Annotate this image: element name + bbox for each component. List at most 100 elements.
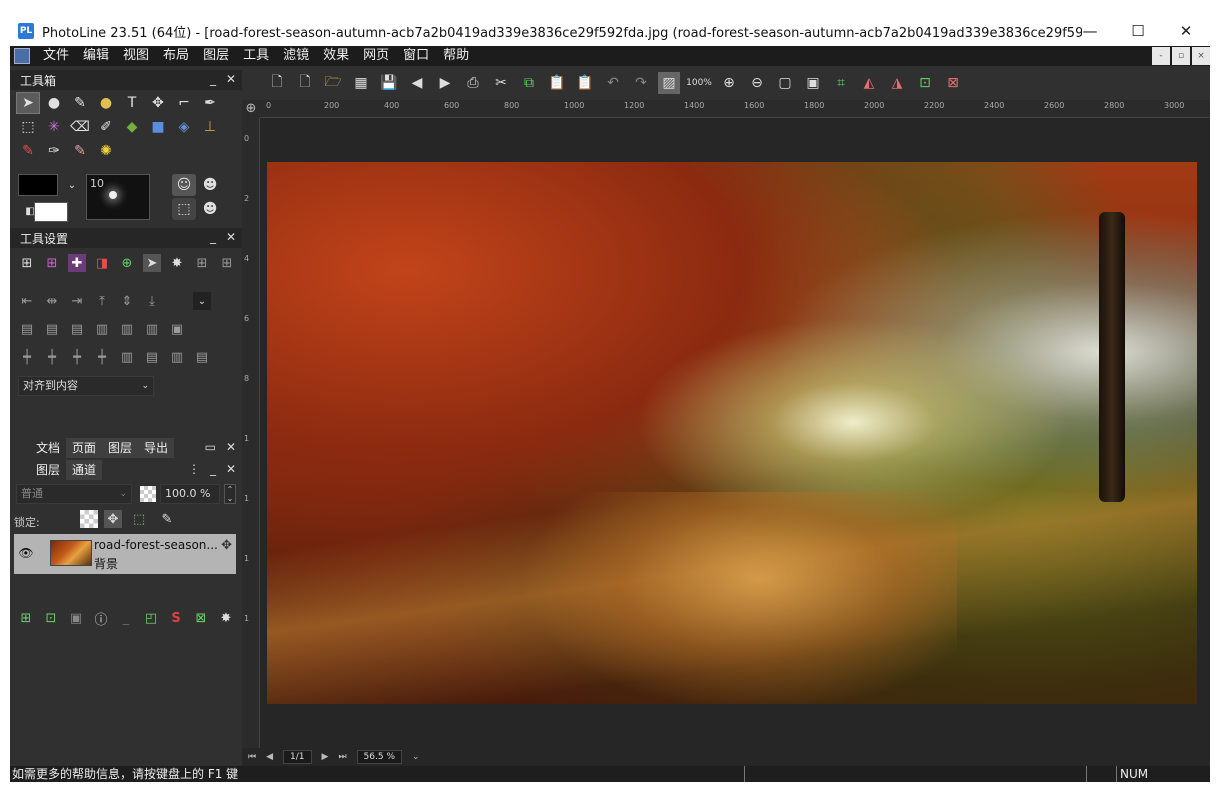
layer-mask-icon[interactable]: ▣ — [66, 608, 86, 628]
snap-object-icon[interactable]: ⊞ — [43, 254, 61, 272]
resize-icon[interactable]: ⊡ — [914, 72, 936, 94]
brush-preview[interactable]: 10 — [86, 174, 150, 220]
doc-panel-close-button[interactable]: ✕ — [226, 440, 236, 454]
zoom-100-button[interactable]: 100% — [686, 72, 712, 94]
minimize-button[interactable]: — — [1066, 16, 1114, 46]
space-3-icon[interactable]: ┿ — [68, 348, 86, 366]
rect-select-icon[interactable]: ⬚ — [16, 116, 40, 138]
fit-page-icon[interactable]: ▢ — [774, 72, 796, 94]
image-size-icon[interactable]: ⊠ — [942, 72, 964, 94]
sponge-icon[interactable]: ✺ — [94, 140, 118, 162]
space-6-icon[interactable]: ▤ — [143, 348, 161, 366]
mask-icon[interactable]: ☺ — [172, 174, 196, 196]
distribute-3-icon[interactable]: ▤ — [68, 320, 86, 338]
layers-menu-button[interactable]: ⋮ — [188, 462, 200, 476]
layer-row[interactable]: 👁 road-forest-season... 背景 ✥ — [14, 534, 236, 574]
distribute-6-icon[interactable]: ▥ — [143, 320, 161, 338]
space-2-icon[interactable]: ┿ — [43, 348, 61, 366]
layers-minimize-button[interactable]: _ — [210, 462, 216, 476]
cat-icon[interactable]: ☻ — [198, 174, 222, 196]
gradient-icon[interactable]: ■ — [146, 116, 170, 138]
zoom-out-icon[interactable]: ⊖ — [746, 72, 768, 94]
document-icon[interactable] — [14, 48, 30, 64]
menu-file[interactable]: 文件 — [36, 46, 76, 66]
opacity-stepper[interactable]: ⌃ ⌄ — [224, 484, 236, 504]
grid-disabled-icon[interactable]: ⊞ — [193, 254, 211, 272]
zoom-field[interactable]: 56.5 % — [356, 750, 402, 764]
quick-mask-icon[interactable]: ⬚ — [172, 198, 196, 220]
settings-gear-icon[interactable]: ✸ — [216, 608, 236, 628]
redo-icon[interactable]: ↷ — [630, 72, 652, 94]
gear-icon[interactable]: ✸ — [168, 254, 186, 272]
text-tool-icon[interactable]: T — [120, 92, 144, 114]
next-page-icon[interactable]: ▶ — [322, 752, 329, 762]
flip-v-icon[interactable]: ◮ — [886, 72, 908, 94]
space-4-icon[interactable]: ┿ — [93, 348, 111, 366]
pen-icon[interactable]: ✒ — [198, 92, 222, 114]
tool-settings-close-button[interactable]: ✕ — [226, 230, 236, 244]
save-icon[interactable]: 💾 — [378, 72, 400, 94]
red-brush-icon[interactable]: ✎ — [16, 140, 40, 162]
distribute-1-icon[interactable]: ▤ — [18, 320, 36, 338]
snap-green-icon[interactable]: ⊕ — [118, 254, 136, 272]
brush-icon[interactable]: ✎ — [68, 92, 92, 114]
pointer-icon[interactable]: ➤ — [143, 254, 161, 272]
align-dropdown-icon[interactable]: ⌄ — [193, 292, 211, 310]
tab-document[interactable]: 文档 — [30, 438, 66, 458]
paint-bucket-icon[interactable]: ◈ — [172, 116, 196, 138]
menu-layout[interactable]: 布局 — [156, 46, 196, 66]
circle-shape-icon[interactable]: ● — [94, 92, 118, 114]
menu-help[interactable]: 帮助 — [436, 46, 476, 66]
space-1-icon[interactable]: ┿ — [18, 348, 36, 366]
menu-effects[interactable]: 效果 — [316, 46, 356, 66]
menu-window[interactable]: 窗口 — [396, 46, 436, 66]
toolbox-close-button[interactable]: ✕ — [226, 72, 236, 86]
align-bottom-icon[interactable]: ⤓ — [143, 292, 161, 310]
lock-bounds-icon[interactable]: ⬚ — [130, 510, 148, 528]
swap-colors-icon[interactable]: ◧ — [18, 200, 42, 222]
duplicate-layer-icon[interactable]: ⊡ — [41, 608, 61, 628]
color-picker-icon[interactable]: ✑ — [42, 140, 66, 162]
align-right-icon[interactable]: ⇥ — [68, 292, 86, 310]
info-icon[interactable]: ⓘ — [91, 608, 111, 628]
grid-disabled-2-icon[interactable]: ⊞ — [218, 254, 236, 272]
space-7-icon[interactable]: ▥ — [168, 348, 186, 366]
foreground-color[interactable] — [18, 174, 58, 196]
tab-layer-list[interactable]: 图层 — [30, 460, 66, 480]
menu-filter[interactable]: 滤镜 — [276, 46, 316, 66]
maximize-button[interactable]: ☐ — [1114, 16, 1162, 46]
space-8-icon[interactable]: ▤ — [193, 348, 211, 366]
first-page-icon[interactable]: ⏮ — [248, 752, 256, 762]
snap-cross-icon[interactable]: ✚ — [68, 254, 86, 272]
eye-icon[interactable]: 👁 — [18, 546, 34, 562]
paste-new-icon[interactable]: 📋 — [574, 72, 596, 94]
cut-icon[interactable]: ✂ — [490, 72, 512, 94]
tab-layers[interactable]: 图层 — [102, 438, 139, 458]
ruler-origin-icon[interactable]: ⊕ — [242, 100, 260, 118]
print-icon[interactable]: ⎙ — [462, 72, 484, 94]
blend-mode-select[interactable]: 普通 ⌄ — [16, 484, 132, 504]
last-page-icon[interactable]: ⏭ — [338, 752, 346, 762]
align-vcenter-icon[interactable]: ⇕ — [118, 292, 136, 310]
layers-close-button[interactable]: ✕ — [226, 462, 236, 476]
lock-paint-icon[interactable]: ✎ — [158, 510, 176, 528]
stamp-icon[interactable]: ⊥ — [198, 116, 222, 138]
color-dropdown-icon[interactable]: ⌄ — [60, 174, 84, 196]
crop-icon[interactable]: ⌐ — [172, 92, 196, 114]
transparency-toggle-icon[interactable]: ▨ — [658, 72, 680, 94]
tab-export[interactable]: 导出 — [138, 438, 175, 458]
menu-edit[interactable]: 编辑 — [76, 46, 116, 66]
tab-channels[interactable]: 通道 — [66, 460, 103, 480]
align-left-icon[interactable]: ⇤ — [18, 292, 36, 310]
copy-icon[interactable]: ⧉ — [518, 72, 540, 94]
mdi-close-button[interactable]: × — [1192, 47, 1210, 65]
fit-width-icon[interactable]: ▣ — [802, 72, 824, 94]
undo-icon[interactable]: ↶ — [602, 72, 624, 94]
menu-view[interactable]: 视图 — [116, 46, 156, 66]
heal-icon[interactable]: ✎ — [68, 140, 92, 162]
smudge-icon[interactable]: ✐ — [94, 116, 118, 138]
canvas-image[interactable] — [267, 162, 1197, 704]
distribute-5-icon[interactable]: ▥ — [118, 320, 136, 338]
mdi-minimize-button[interactable]: - — [1152, 47, 1170, 65]
previous-icon[interactable]: ◀ — [406, 72, 428, 94]
